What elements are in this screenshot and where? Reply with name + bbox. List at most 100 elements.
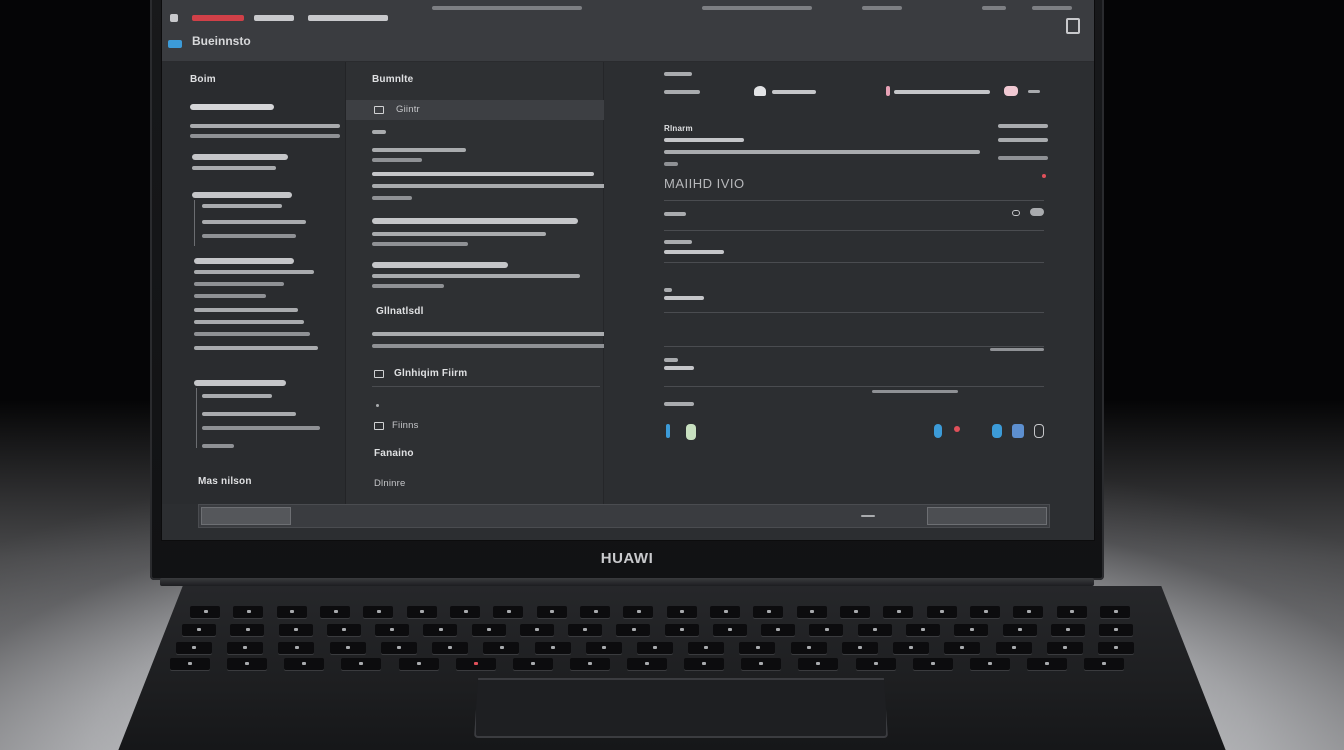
keyboard-key[interactable] xyxy=(519,624,554,636)
keyboard-key[interactable] xyxy=(170,658,210,670)
sidebar-item-main[interactable] xyxy=(190,104,274,110)
keyboard-key[interactable] xyxy=(684,658,725,670)
keyboard-key[interactable] xyxy=(841,642,878,654)
keyboard-key[interactable] xyxy=(1084,658,1125,670)
keyboard-key[interactable] xyxy=(276,606,307,618)
keyboard-key[interactable] xyxy=(278,642,315,654)
keyboard-key[interactable] xyxy=(534,642,571,654)
sidebar-subitem[interactable] xyxy=(202,234,296,238)
keyboard-key[interactable] xyxy=(406,606,437,618)
keyboard-key[interactable] xyxy=(893,642,930,654)
field-value[interactable] xyxy=(664,250,724,254)
bottom-item-1[interactable]: Fiinns xyxy=(392,420,419,431)
keyboard-key[interactable] xyxy=(450,606,481,618)
keyboard-key[interactable] xyxy=(568,624,603,636)
keyboard-key[interactable] xyxy=(855,658,896,670)
keyboard-key[interactable] xyxy=(741,658,782,670)
sidebar-subitem[interactable] xyxy=(202,444,234,448)
field-value[interactable] xyxy=(664,366,694,370)
tool-icon[interactable] xyxy=(1012,424,1024,438)
keyboard-key[interactable] xyxy=(753,606,784,618)
notification-badge[interactable] xyxy=(1004,86,1018,96)
list-item-selected[interactable] xyxy=(346,100,604,120)
sidebar-group-title[interactable] xyxy=(192,154,288,160)
toolbar-control[interactable] xyxy=(1032,6,1072,10)
detail-control[interactable] xyxy=(1028,90,1040,93)
keyboard-key[interactable] xyxy=(739,642,776,654)
keyboard-key[interactable] xyxy=(329,642,366,654)
keyboard-key[interactable] xyxy=(1046,642,1083,654)
keyboard-key[interactable] xyxy=(512,658,553,670)
keyboard-key[interactable] xyxy=(380,642,417,654)
sidebar-group-title[interactable] xyxy=(194,380,286,386)
keyboard-key[interactable] xyxy=(227,642,264,654)
keyboard-key[interactable] xyxy=(623,606,654,618)
field-value[interactable] xyxy=(664,296,704,300)
keyboard-key[interactable] xyxy=(944,642,981,654)
keyboard-key[interactable] xyxy=(796,606,827,618)
keyboard-key[interactable] xyxy=(761,624,796,636)
keyboard-key[interactable] xyxy=(284,658,325,670)
bottom-item-2[interactable]: Fanaino xyxy=(374,448,414,459)
keyboard-key[interactable] xyxy=(569,658,610,670)
keyboard-key[interactable] xyxy=(580,606,611,618)
sidebar-subitem[interactable] xyxy=(202,412,296,416)
keyboard-key[interactable] xyxy=(320,606,351,618)
sidebar-subitem[interactable] xyxy=(202,204,282,208)
tool-icon[interactable] xyxy=(992,424,1002,438)
keyboard-key[interactable] xyxy=(627,658,668,670)
keyboard-key[interactable] xyxy=(954,624,989,636)
sidebar-subitem[interactable] xyxy=(202,426,320,430)
keyboard-key[interactable] xyxy=(1026,658,1067,670)
toolbar-red-tab[interactable] xyxy=(192,15,244,21)
keyboard-key[interactable] xyxy=(636,642,673,654)
alert-icon[interactable] xyxy=(954,426,960,432)
keyboard-key[interactable] xyxy=(710,606,741,618)
keyboard-key[interactable] xyxy=(233,606,264,618)
keyboard-key[interactable] xyxy=(840,606,871,618)
keyboard-key[interactable] xyxy=(230,624,265,636)
bottom-item-3[interactable]: Dlninre xyxy=(374,478,406,489)
keyboard-key[interactable] xyxy=(585,642,622,654)
keyboard-key[interactable] xyxy=(664,624,699,636)
toolbar-control[interactable] xyxy=(432,6,582,10)
keyboard-key[interactable] xyxy=(432,642,469,654)
keyboard-key[interactable] xyxy=(1097,642,1134,654)
keyboard-key[interactable] xyxy=(1013,606,1044,618)
keyboard-key[interactable] xyxy=(912,658,953,670)
toolbar-tab[interactable] xyxy=(308,15,388,21)
keyboard-key[interactable] xyxy=(857,624,892,636)
keyboard-key[interactable] xyxy=(1056,606,1087,618)
keyboard-key[interactable] xyxy=(905,624,940,636)
keyboard-key[interactable] xyxy=(969,658,1010,670)
sidebar-subitem[interactable] xyxy=(202,394,272,398)
keyboard-key[interactable] xyxy=(926,606,957,618)
file-icon[interactable] xyxy=(686,424,696,440)
attachment-icon[interactable] xyxy=(666,424,670,438)
keyboard-key[interactable] xyxy=(455,658,496,670)
keyboard-key[interactable] xyxy=(1002,624,1037,636)
keyboard-key[interactable] xyxy=(375,624,410,636)
keyboard-key[interactable] xyxy=(341,658,382,670)
keyboard-key[interactable] xyxy=(278,624,313,636)
keyboard-key[interactable] xyxy=(423,624,458,636)
field-control-icon[interactable] xyxy=(1030,208,1044,216)
keyboard-key[interactable] xyxy=(227,658,268,670)
keyboard-key[interactable] xyxy=(883,606,914,618)
tool-icon[interactable] xyxy=(1034,424,1044,438)
list-item-title[interactable] xyxy=(372,262,508,268)
keyboard-key[interactable] xyxy=(493,606,524,618)
sidebar-group-title[interactable] xyxy=(192,192,292,198)
keyboard-key[interactable] xyxy=(798,658,839,670)
status-bar-field[interactable] xyxy=(927,507,1047,525)
toolbar-control[interactable] xyxy=(982,6,1006,10)
keyboard-key[interactable] xyxy=(176,642,212,654)
list-item-title[interactable] xyxy=(372,218,578,224)
sidebar-toggle-icon[interactable] xyxy=(1066,18,1080,34)
share-icon[interactable] xyxy=(934,424,942,438)
keyboard-key[interactable] xyxy=(536,606,567,618)
keyboard-key[interactable] xyxy=(182,624,216,636)
toolbar-control[interactable] xyxy=(862,6,902,10)
toolbar-control[interactable] xyxy=(702,6,812,10)
trackpad[interactable] xyxy=(474,678,888,738)
